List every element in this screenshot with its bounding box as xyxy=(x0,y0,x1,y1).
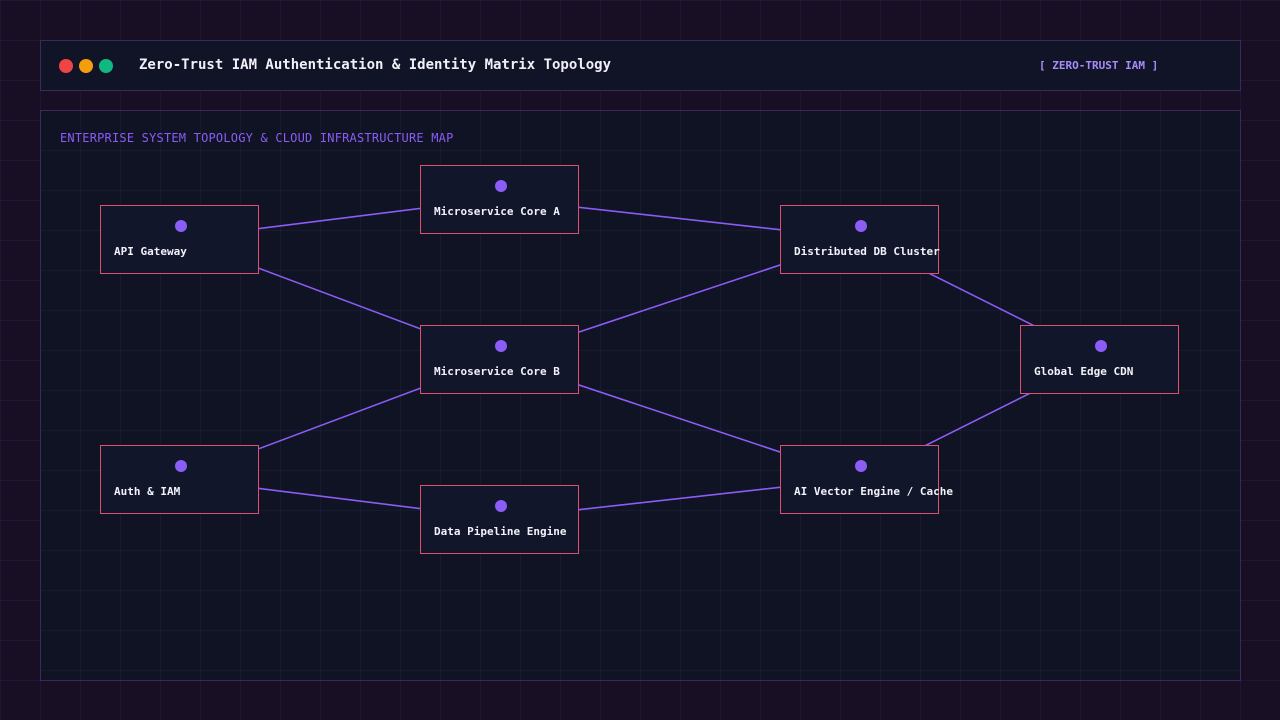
node-label: Microservice Core A xyxy=(434,205,560,218)
node-label: Data Pipeline Engine xyxy=(434,525,567,538)
node-port-icon xyxy=(175,460,187,472)
node-port-icon xyxy=(495,180,507,192)
node-port-icon xyxy=(1095,340,1107,352)
node-port-icon xyxy=(855,460,867,472)
node-port-icon xyxy=(855,220,867,232)
node-port-icon xyxy=(175,220,187,232)
node-label: Microservice Core B xyxy=(434,365,560,378)
node-label: API Gateway xyxy=(114,245,187,258)
node-port-icon xyxy=(495,340,507,352)
node-api-gateway[interactable]: API Gateway xyxy=(100,205,259,274)
node-global-edge-cdn[interactable]: Global Edge CDN xyxy=(1020,325,1179,394)
node-microservice-core-b[interactable]: Microservice Core B xyxy=(420,325,579,394)
node-data-pipeline-engine[interactable]: Data Pipeline Engine xyxy=(420,485,579,554)
node-distributed-db-cluster[interactable]: Distributed DB Cluster xyxy=(780,205,940,274)
node-microservice-core-a[interactable]: Microservice Core A xyxy=(420,165,579,234)
node-label: Global Edge CDN xyxy=(1034,365,1134,378)
node-label: Auth & IAM xyxy=(114,485,181,498)
node-auth-iam[interactable]: Auth & IAM xyxy=(100,445,259,514)
node-label: AI Vector Engine / Cache xyxy=(794,485,953,498)
node-ai-vector-engine-cache[interactable]: AI Vector Engine / Cache xyxy=(780,445,953,514)
node-label: Distributed DB Cluster xyxy=(794,245,940,258)
node-port-icon xyxy=(495,500,507,512)
